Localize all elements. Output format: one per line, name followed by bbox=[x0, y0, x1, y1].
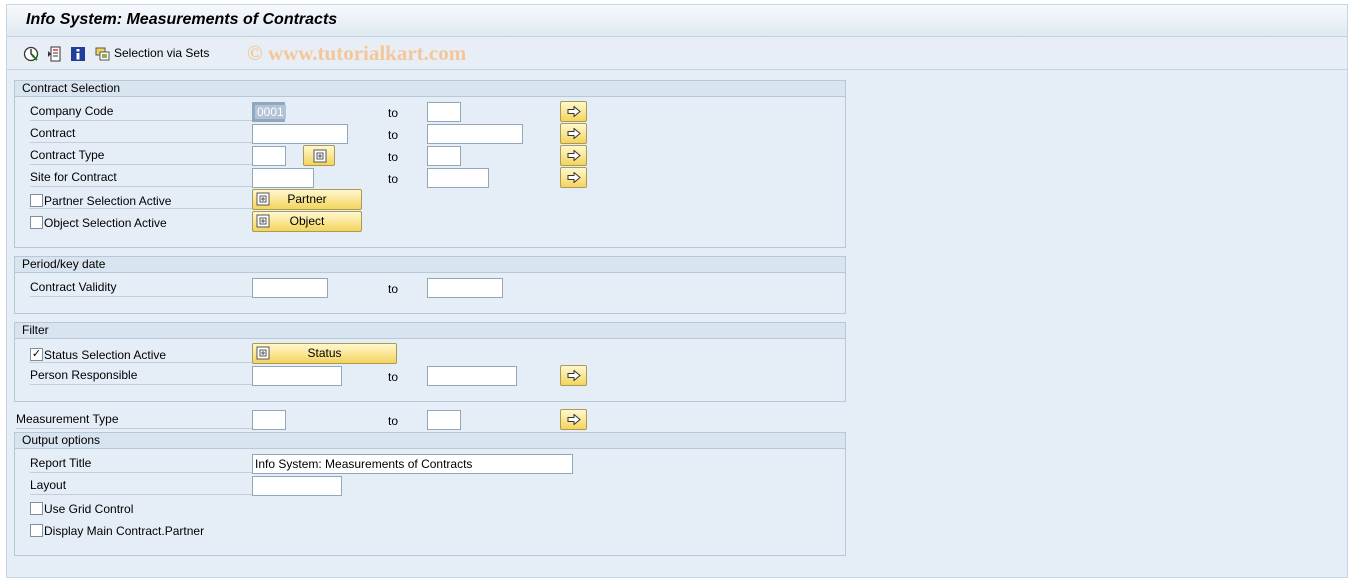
person-responsible-label: Person Responsible bbox=[30, 365, 252, 385]
measurement-type-to-label: to bbox=[388, 414, 399, 428]
page-title: Info System: Measurements of Contracts bbox=[26, 11, 338, 28]
contract-type-multiple-selection-button[interactable] bbox=[560, 145, 587, 166]
person-responsible-from-input[interactable] bbox=[252, 366, 342, 386]
site-from-input[interactable] bbox=[252, 168, 314, 188]
title-bar: Info System: Measurements of Contracts bbox=[7, 5, 1347, 37]
options-icon bbox=[256, 214, 270, 228]
company-code-value: 0001 bbox=[255, 105, 286, 119]
contract-validity-to-input[interactable] bbox=[427, 278, 503, 298]
arrow-right-icon bbox=[567, 414, 581, 425]
site-to-input[interactable] bbox=[427, 168, 489, 188]
person-responsible-multiple-selection-button[interactable] bbox=[560, 365, 587, 386]
company-code-label: Company Code bbox=[30, 101, 252, 121]
status-button[interactable]: Status bbox=[252, 343, 397, 364]
company-code-to-input[interactable] bbox=[427, 102, 461, 122]
selection-via-sets-button[interactable]: Selection via Sets bbox=[114, 46, 209, 60]
watermark: © www.tutorialkart.com bbox=[247, 41, 467, 65]
group-header: Filter bbox=[15, 323, 845, 339]
options-icon bbox=[256, 346, 270, 360]
partner-button[interactable]: Partner bbox=[252, 189, 362, 210]
application-toolbar: Selection via Sets © www.tutorialkart.co… bbox=[7, 38, 1347, 70]
object-selection-label: Object Selection Active bbox=[44, 216, 167, 230]
arrow-right-icon bbox=[567, 370, 581, 381]
sap-window: Info System: Measurements of Contracts S… bbox=[6, 4, 1348, 578]
contract-type-options-button[interactable] bbox=[303, 145, 335, 166]
object-selection-checkbox[interactable] bbox=[30, 216, 43, 229]
partner-selection-label: Partner Selection Active bbox=[44, 194, 172, 208]
layout-input[interactable] bbox=[252, 476, 342, 496]
company-code-to-label: to bbox=[388, 106, 399, 120]
layout-label: Layout bbox=[30, 475, 252, 495]
contract-type-from-input[interactable] bbox=[252, 146, 286, 166]
site-label: Site for Contract bbox=[30, 167, 252, 187]
get-variant-icon[interactable] bbox=[47, 46, 63, 62]
contract-multiple-selection-button[interactable] bbox=[560, 123, 587, 144]
status-selection-checkbox[interactable]: ✓ bbox=[30, 348, 43, 361]
contract-type-to-input[interactable] bbox=[427, 146, 461, 166]
contract-validity-to-label: to bbox=[388, 282, 399, 296]
person-responsible-to-label: to bbox=[388, 370, 399, 384]
options-icon bbox=[313, 149, 327, 163]
info-icon[interactable] bbox=[70, 46, 86, 62]
measurement-type-from-input[interactable] bbox=[252, 410, 286, 430]
options-icon bbox=[256, 192, 270, 206]
measurement-type-multiple-selection-button[interactable] bbox=[560, 409, 587, 430]
company-code-from-input[interactable]: 0001 bbox=[252, 102, 286, 122]
arrow-right-icon bbox=[567, 150, 581, 161]
contract-to-input[interactable] bbox=[427, 124, 523, 144]
site-multiple-selection-button[interactable] bbox=[560, 167, 587, 188]
arrow-right-icon bbox=[567, 106, 581, 117]
status-button-label: Status bbox=[307, 346, 342, 360]
status-selection-label: Status Selection Active bbox=[44, 348, 167, 362]
contract-label: Contract bbox=[30, 123, 252, 143]
contract-type-to-label: to bbox=[388, 150, 399, 164]
partner-button-label: Partner bbox=[287, 192, 327, 206]
partner-selection-checkbox[interactable] bbox=[30, 194, 43, 207]
group-header: Period/key date bbox=[15, 257, 845, 273]
group-header: Output options bbox=[15, 433, 845, 449]
site-to-label: to bbox=[388, 172, 399, 186]
main-partner-checkbox[interactable] bbox=[30, 524, 43, 537]
contract-type-label: Contract Type bbox=[30, 145, 252, 165]
selection-sets-icon[interactable] bbox=[95, 46, 111, 62]
arrow-right-icon bbox=[567, 128, 581, 139]
measurement-type-label: Measurement Type bbox=[16, 409, 252, 429]
arrow-right-icon bbox=[567, 172, 581, 183]
contract-validity-from-input[interactable] bbox=[252, 278, 328, 298]
contract-to-label: to bbox=[388, 128, 399, 142]
person-responsible-to-input[interactable] bbox=[427, 366, 517, 386]
contract-from-input[interactable] bbox=[252, 124, 348, 144]
object-button-label: Object bbox=[289, 214, 325, 228]
object-button[interactable]: Object bbox=[252, 211, 362, 232]
grid-control-checkbox[interactable] bbox=[30, 502, 43, 515]
group-header: Contract Selection bbox=[15, 81, 845, 97]
report-title-label: Report Title bbox=[30, 453, 252, 473]
grid-control-label: Use Grid Control bbox=[44, 502, 134, 516]
main-partner-label: Display Main Contract.Partner bbox=[44, 524, 205, 538]
company-code-multiple-selection-button[interactable] bbox=[560, 101, 587, 122]
execute-icon[interactable] bbox=[23, 46, 39, 62]
report-title-input[interactable]: Info System: Measurements of Contracts bbox=[252, 454, 573, 474]
measurement-type-to-input[interactable] bbox=[427, 410, 461, 430]
contract-validity-label: Contract Validity bbox=[30, 277, 252, 297]
